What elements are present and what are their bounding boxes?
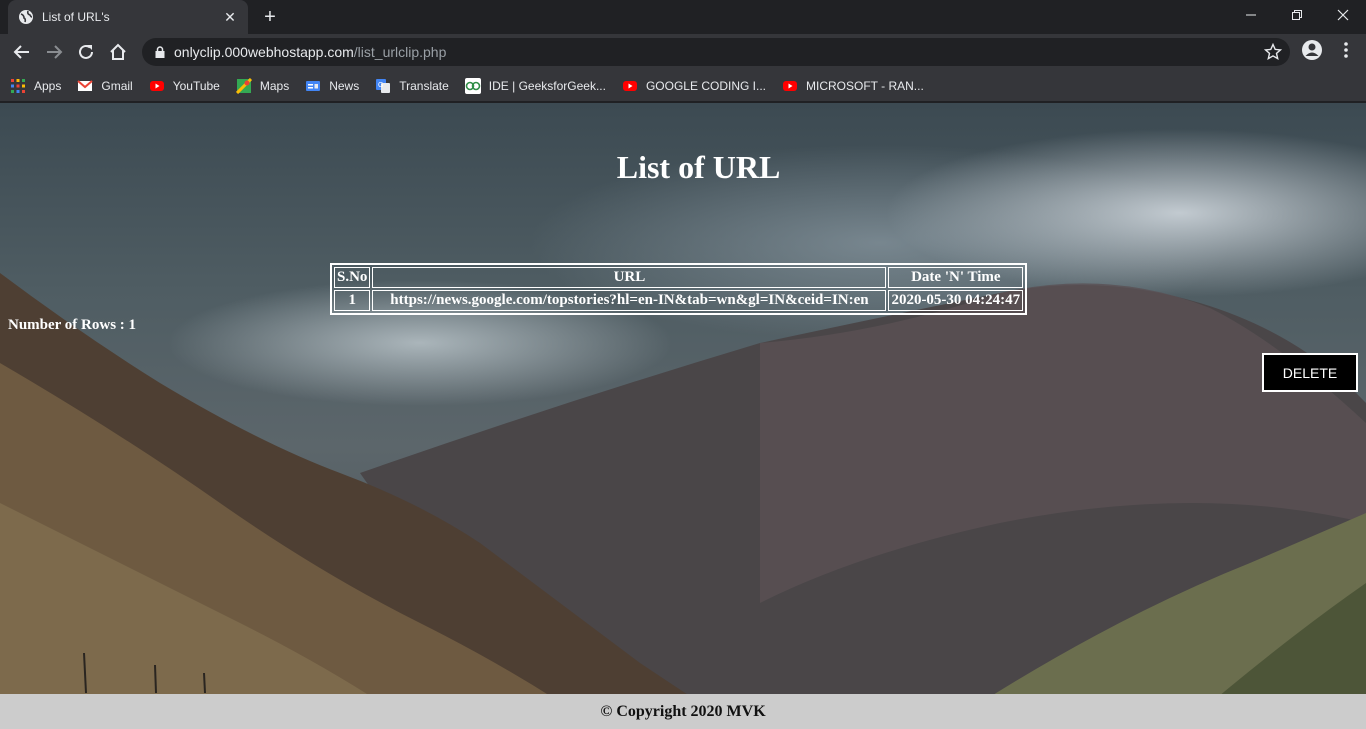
- bookmark-label: GOOGLE CODING I...: [645, 78, 766, 93]
- bookmark-label: News: [329, 78, 360, 93]
- bookmark-label: Translate: [399, 78, 449, 93]
- close-icon: [1337, 9, 1349, 21]
- bookmark-gmail[interactable]: Gmail: [77, 74, 133, 98]
- translate-icon: G: [376, 78, 391, 93]
- page-title: List of URL: [616, 149, 781, 185]
- youtube-icon: [783, 80, 797, 91]
- tab-title: List of URL's: [42, 10, 110, 24]
- lock-icon: [155, 46, 165, 58]
- back-button[interactable]: [8, 38, 36, 66]
- bookmark-microsoft[interactable]: MICROSOFT - RAN...: [782, 74, 924, 98]
- bookmark-google-coding[interactable]: GOOGLE CODING I...: [622, 74, 766, 98]
- bookmarks-bar: Apps Gmail YouTube Maps News G Translate…: [0, 70, 1366, 102]
- bookmark-translate[interactable]: G Translate: [375, 74, 449, 98]
- forward-button[interactable]: [40, 38, 68, 66]
- bookmark-label: Maps: [259, 78, 290, 93]
- url-table: S.No URL Date 'N' Time 1 https://news.go…: [330, 263, 1028, 315]
- close-window-button[interactable]: [1320, 0, 1366, 30]
- footer-copyright: © Copyright 2020 MVK: [0, 694, 1366, 729]
- column-header-datetime: Date 'N' Time: [888, 267, 1024, 288]
- bookmark-label: Apps: [34, 78, 62, 93]
- forward-arrow-icon: [47, 45, 63, 59]
- home-button[interactable]: [104, 38, 132, 66]
- restore-button[interactable]: [1274, 0, 1320, 30]
- bookmark-label: Gmail: [101, 78, 133, 93]
- reload-icon: [79, 44, 93, 59]
- maps-icon: [235, 77, 252, 94]
- restore-icon: [1292, 10, 1302, 20]
- minimize-button[interactable]: [1228, 0, 1274, 30]
- bookmark-label: MICROSOFT - RAN...: [806, 78, 924, 93]
- mountain-landscape-image: [0, 273, 1366, 729]
- bookmark-youtube[interactable]: YouTube: [149, 74, 220, 98]
- tab-close-icon[interactable]: ✕: [222, 9, 238, 25]
- bookmark-label: IDE | GeeksforGeek...: [488, 78, 606, 93]
- reload-button[interactable]: [72, 38, 100, 66]
- table-header-row: S.No URL Date 'N' Time: [334, 267, 1024, 288]
- column-header-url: URL: [372, 267, 887, 288]
- geeksforgeeks-icon: [464, 77, 481, 94]
- cell-serial: 1: [334, 290, 371, 311]
- menu-dots-icon[interactable]: [1334, 38, 1358, 62]
- bookmark-star-icon[interactable]: [1264, 43, 1282, 61]
- minimize-icon: [1246, 14, 1256, 16]
- youtube-icon: [149, 80, 164, 91]
- address-bar[interactable]: onlyclip.000webhostapp.com/list_urlclip.…: [142, 38, 1290, 66]
- bookmark-ide-geeksforgeeks[interactable]: IDE | GeeksforGeek...: [464, 74, 606, 98]
- url-path: /list_urlclip.php: [353, 44, 447, 60]
- apps-grid-icon: [11, 78, 25, 93]
- news-icon: [306, 80, 321, 91]
- tab-strip: List of URL's ✕ +: [0, 0, 1366, 34]
- column-header-serial: S.No: [334, 267, 371, 288]
- back-arrow-icon: [13, 45, 29, 59]
- profile-avatar-icon[interactable]: [1300, 38, 1324, 62]
- page-viewport: List of URL S.No URL Date 'N' Time 1 htt…: [0, 103, 1366, 729]
- youtube-icon: [622, 80, 637, 91]
- bookmark-news[interactable]: News: [305, 74, 359, 98]
- bookmark-maps[interactable]: Maps: [235, 74, 290, 98]
- browser-toolbar: onlyclip.000webhostapp.com/list_urlclip.…: [0, 34, 1366, 70]
- globe-icon: [19, 10, 33, 24]
- bookmark-label: YouTube: [172, 78, 220, 93]
- bookmark-apps[interactable]: Apps: [10, 74, 61, 98]
- gmail-icon: [77, 79, 94, 91]
- row-count-text: Number of Rows : 1: [8, 317, 137, 333]
- table-row: 1 https://news.google.com/topstories?hl=…: [334, 290, 1024, 311]
- home-icon: [110, 43, 126, 60]
- new-tab-button[interactable]: +: [258, 5, 282, 29]
- url-host: onlyclip.000webhostapp.com: [174, 44, 354, 60]
- cell-datetime: 2020-05-30 04:24:47: [888, 290, 1024, 311]
- browser-tab[interactable]: List of URL's ✕: [8, 0, 248, 34]
- svg-text:G: G: [378, 82, 383, 89]
- delete-button[interactable]: DELETE: [1262, 353, 1358, 392]
- cell-url: https://news.google.com/topstories?hl=en…: [372, 290, 887, 311]
